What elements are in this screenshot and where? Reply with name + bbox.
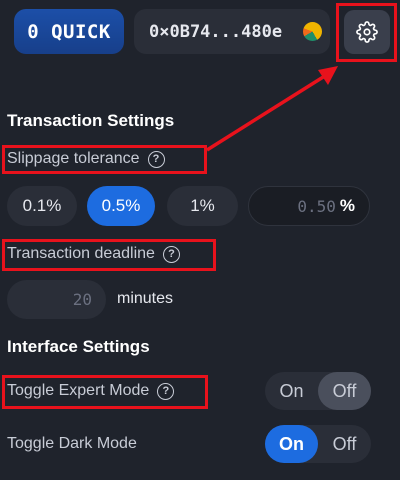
settings-button[interactable] [344, 10, 390, 54]
deadline-label-row: Transaction deadline ? [7, 245, 180, 263]
slippage-label: Slippage tolerance [7, 150, 140, 167]
question-circle-icon[interactable]: ? [162, 245, 180, 263]
deadline-input[interactable]: 20 [7, 280, 106, 319]
wallet-address-text: 0×0B74...480e [149, 21, 283, 42]
slippage-label-row: Slippage tolerance ? [7, 150, 165, 168]
expert-mode-off-option[interactable]: Off [318, 372, 371, 410]
slippage-option-0.1[interactable]: 0.1% [7, 186, 77, 226]
slippage-percent-sign: % [339, 196, 355, 215]
dark-mode-off-option[interactable]: Off [318, 425, 371, 463]
slippage-custom-input[interactable]: 0.50 % [248, 186, 370, 226]
dark-mode-label: Toggle Dark Mode [7, 435, 137, 452]
question-circle-icon[interactable]: ? [147, 150, 165, 168]
wallet-identicon [303, 22, 322, 41]
interface-settings-title: Interface Settings [7, 337, 150, 356]
quick-balance-badge[interactable]: 0 QUICK [14, 9, 124, 54]
question-circle-icon[interactable]: ? [157, 382, 175, 400]
slippage-option-0.5[interactable]: 0.5% [87, 186, 155, 226]
slippage-custom-value: 0.50 [297, 196, 336, 216]
transaction-settings-title: Transaction Settings [7, 111, 175, 130]
deadline-unit-label: minutes [117, 290, 174, 307]
dark-mode-on-option[interactable]: On [265, 425, 318, 463]
dark-mode-label-row: Toggle Dark Mode [7, 435, 137, 453]
expert-mode-label-row: Toggle Expert Mode ? [7, 382, 175, 400]
wallet-address-button[interactable]: 0×0B74...480e [134, 9, 330, 54]
expert-mode-toggle[interactable]: On Off [265, 372, 371, 410]
dark-mode-toggle[interactable]: On Off [265, 425, 371, 463]
top-bar: 0 QUICK 0×0B74...480e [0, 0, 400, 64]
expert-mode-on-option[interactable]: On [265, 372, 318, 410]
gear-icon [356, 21, 378, 43]
expert-mode-label: Toggle Expert Mode [7, 382, 150, 399]
slippage-option-1[interactable]: 1% [167, 186, 238, 226]
deadline-label: Transaction deadline [7, 245, 155, 262]
